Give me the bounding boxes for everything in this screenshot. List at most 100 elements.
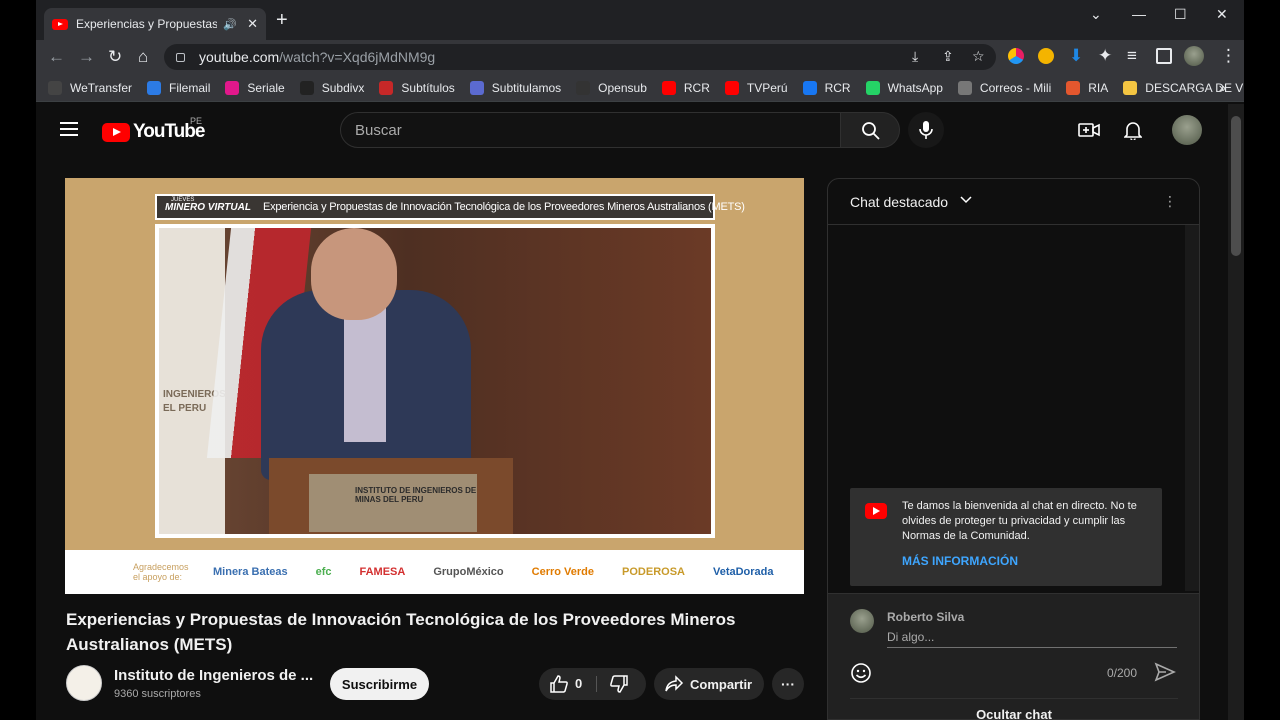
search-button[interactable] [840,112,900,148]
chat-message-input[interactable]: Di algo... [887,630,1177,648]
bookmark-item[interactable]: WhatsApp [865,80,943,95]
youtube-favicon-icon [52,18,68,30]
bookmark-favicon-icon [1066,80,1081,95]
youtube-icon [865,503,887,519]
bookmark-favicon-icon [865,80,880,95]
back-icon[interactable]: ← [48,47,65,67]
chat-welcome-message: Te damos la bienvenida al chat en direct… [850,488,1162,586]
browser-toolbar: ← → ↻ ⌂ youtube.com/watch?v=Xqd6jMdNM9g … [36,40,1244,74]
thumbs-down-icon[interactable] [609,674,629,694]
side-panel-icon[interactable] [1156,48,1172,64]
sponsor-logo: VetaDorada [712,566,774,578]
new-tab-icon[interactable]: + [276,10,288,30]
maximize-icon[interactable]: ☐ [1174,6,1187,23]
sponsor-logo: FAMESA [359,566,406,578]
reload-icon[interactable]: ↻ [108,47,122,67]
install-icon[interactable]: ⤓ [912,48,918,65]
search-input[interactable]: Buscar [340,112,842,148]
bookmark-favicon-icon [661,80,676,95]
menu-hamburger-icon[interactable] [60,122,78,136]
sponsor-logo: Agradecemos el apoyo de: [133,562,189,582]
home-icon[interactable]: ⌂ [138,47,148,67]
chat-mode-selector[interactable]: Chat destacado [850,194,948,210]
voice-search-button[interactable] [908,112,944,148]
speaker-icon[interactable]: 🔊 [223,18,237,31]
tab-title: Experiencias y Propuestas de [76,17,218,31]
minimize-icon[interactable]: — [1132,6,1146,22]
media-control-icon[interactable]: ≡ [1127,46,1137,66]
banner-brand: MINERO VIRTUAL [165,201,251,213]
download-extension-icon[interactable]: ⬇ [1069,46,1083,66]
account-avatar[interactable] [1172,115,1202,145]
bookmark-item[interactable]: Opensub [576,80,647,95]
more-bookmarks-icon[interactable]: » [1219,80,1226,95]
bookmark-item[interactable]: RCR [802,80,851,95]
user-avatar [850,609,874,633]
user-name: Roberto Silva [887,610,965,624]
bookmark-favicon-icon [802,80,817,95]
bookmark-favicon-icon [469,80,484,95]
bookmark-item[interactable]: WeTransfer [48,80,132,95]
more-info-link[interactable]: MÁS INFORMACIÓN [902,554,1018,568]
more-actions-button[interactable]: ··· [772,668,804,700]
bookmark-item[interactable]: Seriale [225,80,285,95]
page-scrollbar[interactable] [1228,104,1244,720]
video-player[interactable]: JUEVES MINERO VIRTUAL Experiencia y Prop… [65,178,804,594]
chevron-down-icon[interactable] [960,196,972,204]
bookmark-favicon-icon [147,80,162,95]
bookmark-item[interactable]: Subtítulos [379,80,455,95]
bookmark-item[interactable]: TVPerú [724,80,788,95]
close-window-icon[interactable]: ✕ [1216,6,1228,23]
youtube-masthead: YouTube PE Buscar [36,104,1228,156]
channel-avatar[interactable] [66,665,102,701]
chat-menu-icon[interactable]: ⋮ [1163,193,1177,210]
sponsors-strip: Agradecemos el apoyo de: Minera Bateas efc… [65,550,804,594]
channel-name[interactable]: Instituto de Ingenieros de ... [114,667,313,684]
bookmark-item[interactable]: RCR [661,80,710,95]
bookmark-favicon-icon [299,80,314,95]
bookmark-item[interactable]: Subdivx [299,80,364,95]
share-arrow-icon [665,675,684,692]
address-bar[interactable]: youtube.com/watch?v=Xqd6jMdNM9g ⤓ ⇪ ☆ [164,44,996,70]
browser-window: Experiencias y Propuestas de 🔊 ✕ + ⌄ — ☐… [36,0,1244,720]
bookmark-item[interactable]: Filemail [147,80,210,95]
send-icon[interactable] [1154,662,1176,682]
chat-scrollbar[interactable] [1185,225,1199,591]
subscribe-button[interactable]: Suscribirme [330,668,429,700]
forward-icon[interactable]: → [78,47,95,67]
thumbs-up-icon[interactable] [549,674,569,694]
bookmark-favicon-icon [724,80,739,95]
bookmarks-bar: WeTransfer Filemail Seriale Subdivx Subtítul… [36,74,1244,102]
hide-chat-button[interactable]: Ocultar chat [850,698,1178,719]
like-count: 0 [575,676,583,691]
bookmark-favicon-icon [225,80,240,95]
close-tab-icon[interactable]: ✕ [247,16,258,32]
lock-icon[interactable] [176,52,185,62]
live-chat-panel: Chat destacado ⋮ Te damos la bienvenida … [827,178,1200,720]
notifications-bell-icon[interactable] [1124,120,1142,140]
share-page-icon[interactable]: ⇪ [942,48,954,65]
browser-tab[interactable]: Experiencias y Propuestas de 🔊 ✕ [44,8,266,40]
bookmark-item[interactable]: Subtitulamos [469,80,561,95]
sponsor-logo: PODEROSA [622,566,685,578]
youtube-play-icon [102,122,130,142]
scrollbar-thumb[interactable] [1231,116,1241,256]
create-video-icon[interactable] [1078,120,1100,140]
extension-coin-icon[interactable] [1038,48,1054,64]
tab-search-icon[interactable]: ⌄ [1090,6,1102,23]
search-icon [862,122,880,140]
chat-composer: Roberto Silva Di algo... 0/200 Ocultar c… [828,593,1199,719]
share-button[interactable]: Compartir [654,668,764,700]
profile-avatar[interactable] [1184,46,1204,66]
bookmark-star-icon[interactable]: ☆ [972,48,985,65]
bookmark-favicon-icon [379,80,394,95]
extensions-puzzle-icon[interactable]: ✦ [1098,46,1112,66]
bookmark-item[interactable]: Correos - Mili [957,80,1051,95]
chat-header: Chat destacado ⋮ [828,179,1199,225]
emoji-icon[interactable] [850,662,872,684]
bookmark-item[interactable]: RIA [1066,80,1108,95]
extension-color-icon[interactable] [1008,48,1024,64]
bookmark-favicon-icon [576,80,591,95]
browser-menu-icon[interactable]: ⋮ [1220,46,1237,66]
video-banner: JUEVES MINERO VIRTUAL Experiencia y Prop… [155,194,745,220]
